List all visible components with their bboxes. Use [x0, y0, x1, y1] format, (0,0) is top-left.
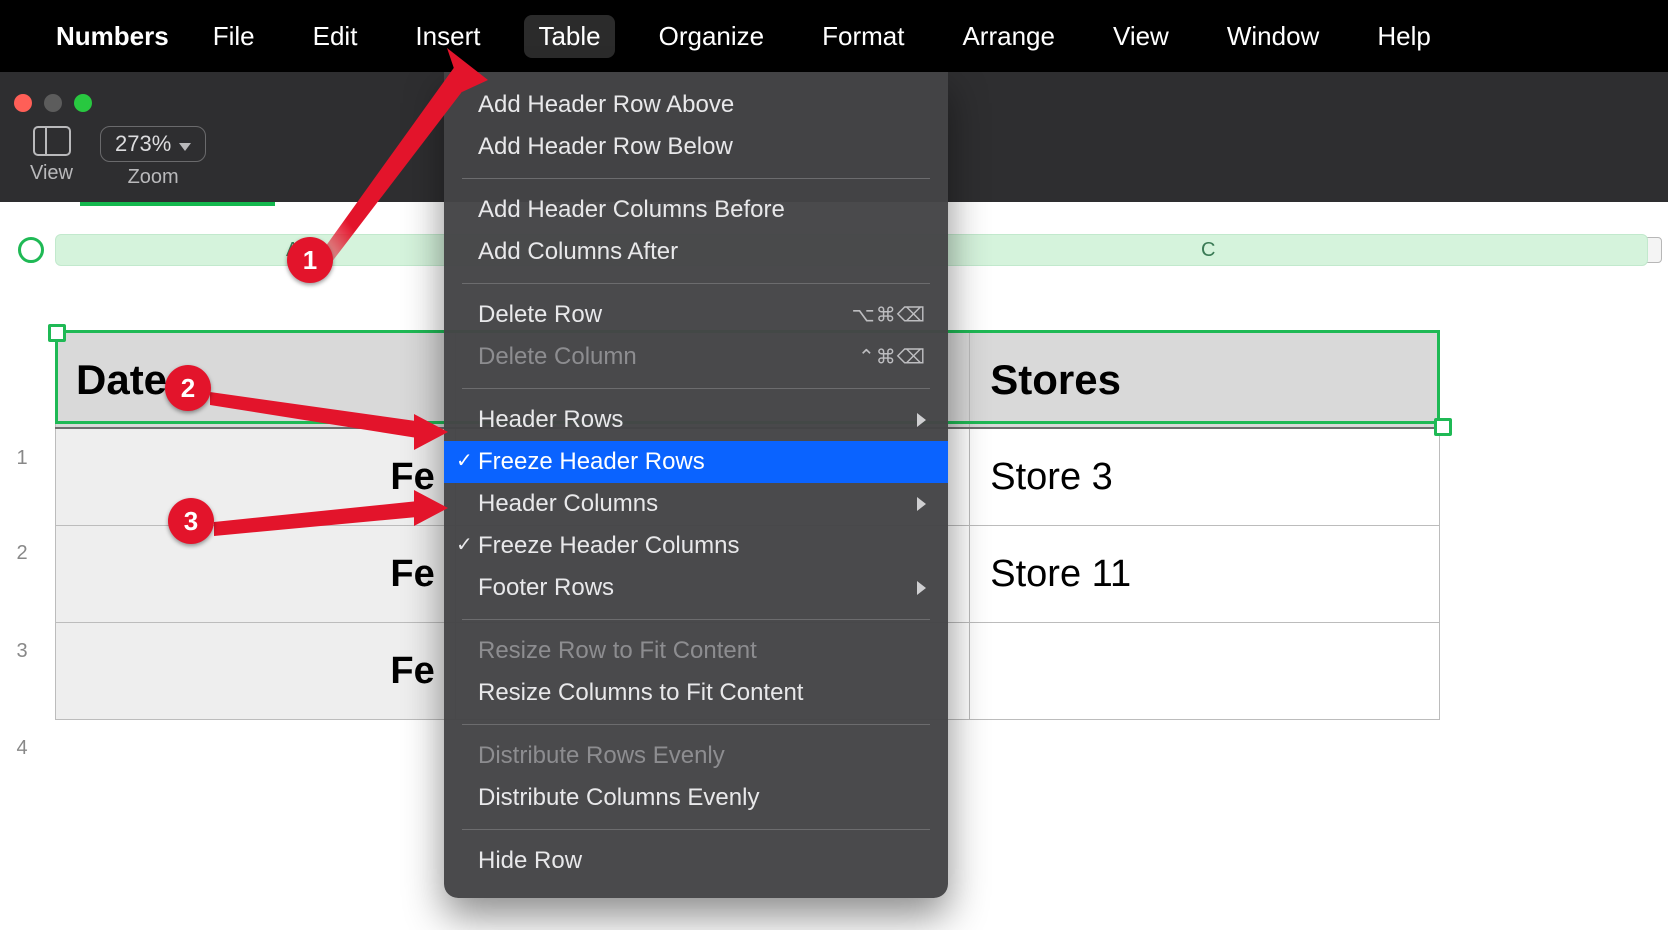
selection-handle[interactable] [1434, 418, 1452, 436]
row-number[interactable]: 1 [0, 447, 44, 470]
menu-separator [462, 619, 930, 620]
menu-format[interactable]: Format [808, 15, 918, 58]
menu-separator [462, 178, 930, 179]
menu-table[interactable]: Table [524, 15, 614, 58]
window-close-button[interactable] [14, 94, 32, 112]
menu-item-label: Resize Columns to Fit Content [478, 679, 803, 706]
menu-item-label: Freeze Header Rows [478, 448, 705, 475]
menu-help[interactable]: Help [1363, 15, 1444, 58]
window-minimize-button[interactable] [44, 94, 62, 112]
toolbar-view-button[interactable]: View [30, 126, 73, 185]
chevron-down-icon [179, 131, 191, 157]
sidebar-icon [33, 126, 71, 156]
menu-separator [462, 283, 930, 284]
selection-handle[interactable] [48, 324, 66, 342]
menu-item: Distribute Rows Evenly [444, 735, 948, 777]
menu-item[interactable]: Header Columns [444, 483, 948, 525]
cell[interactable] [970, 623, 1440, 720]
menu-item-label: Freeze Header Columns [478, 532, 739, 559]
menu-item[interactable]: Resize Columns to Fit Content [444, 672, 948, 714]
app-name[interactable]: Numbers [56, 21, 169, 52]
menu-item-label: Delete Row [478, 301, 602, 328]
menu-insert[interactable]: Insert [401, 15, 494, 58]
menu-item[interactable]: Add Header Columns Before [444, 189, 948, 231]
window-zoom-button[interactable] [74, 94, 92, 112]
menu-arrange[interactable]: Arrange [948, 15, 1069, 58]
menu-edit[interactable]: Edit [299, 15, 372, 58]
annotation-badge-2: 2 [165, 365, 211, 411]
menu-separator [462, 724, 930, 725]
system-menubar: Numbers File Edit Insert Table Organize … [0, 0, 1668, 72]
menu-item[interactable]: Add Columns After [444, 231, 948, 273]
menu-item-label: Add Columns After [478, 238, 678, 265]
annotation-badge-3: 3 [168, 498, 214, 544]
menu-organize[interactable]: Organize [645, 15, 779, 58]
menu-item-label: Header Columns [478, 490, 658, 517]
header-cell-date[interactable]: Date [56, 332, 456, 429]
menu-item[interactable]: Header Rows [444, 399, 948, 441]
cell[interactable]: Fe [56, 428, 456, 526]
row-number[interactable]: 4 [0, 737, 44, 760]
cell[interactable]: Store 11 [970, 526, 1440, 623]
menu-item-label: Resize Row to Fit Content [478, 637, 757, 664]
annotation-badge-1: 1 [287, 237, 333, 283]
menu-item[interactable]: Freeze Header Rows [444, 441, 948, 483]
cell[interactable]: Fe [56, 526, 456, 623]
toolbar-view-label: View [30, 162, 73, 185]
menu-item-label: Header Rows [478, 406, 623, 433]
toolbar-zoom-label: Zoom [100, 166, 206, 189]
menu-item-shortcut: ⌥⌘⌫ [852, 303, 926, 328]
menu-item-label: Add Header Columns Before [478, 196, 785, 223]
sheet-tab-indicator [80, 202, 275, 206]
toolbar-zoom-value: 273% [115, 131, 171, 157]
header-cell-stores[interactable]: Stores [970, 332, 1440, 429]
cell[interactable]: Fe [56, 623, 456, 720]
menu-window[interactable]: Window [1213, 15, 1333, 58]
menu-item[interactable]: Add Header Row Below [444, 126, 948, 168]
menu-separator [462, 388, 930, 389]
menu-item: Resize Row to Fit Content [444, 630, 948, 672]
menu-item[interactable]: Hide Row [444, 840, 948, 882]
column-header-c[interactable]: C [1201, 239, 1215, 262]
menu-item[interactable]: Freeze Header Columns [444, 525, 948, 567]
cell[interactable]: Store 3 [970, 428, 1440, 526]
toolbar-zoom-button[interactable]: 273% Zoom [100, 126, 206, 189]
window-traffic-lights [14, 94, 92, 112]
menu-item[interactable]: Add Header Row Above [444, 84, 948, 126]
menu-item-label: Delete Column [478, 343, 637, 370]
table-select-handle[interactable] [18, 237, 44, 263]
menu-file[interactable]: File [199, 15, 269, 58]
menu-item-label: Distribute Rows Evenly [478, 742, 725, 769]
menu-item-shortcut: ⌃⌘⌫ [858, 345, 926, 370]
menu-item: Delete Column ⌃⌘⌫ [444, 336, 948, 378]
menu-item[interactable]: Delete Row ⌥⌘⌫ [444, 294, 948, 336]
menu-item-label: Distribute Columns Evenly [478, 784, 759, 811]
menu-item-label: Footer Rows [478, 574, 614, 601]
menu-item-label: Add Header Row Below [478, 133, 733, 160]
row-number[interactable]: 2 [0, 542, 44, 565]
menu-separator [462, 829, 930, 830]
menu-view[interactable]: View [1099, 15, 1183, 58]
menu-item-label: Add Header Row Above [478, 91, 734, 118]
menu-item-label: Hide Row [478, 847, 582, 874]
menu-item[interactable]: Distribute Columns Evenly [444, 777, 948, 819]
table-menu-dropdown[interactable]: Add Header Row Above Add Header Row Below… [444, 72, 948, 898]
row-number[interactable]: 3 [0, 640, 44, 663]
menu-item[interactable]: Footer Rows [444, 567, 948, 609]
